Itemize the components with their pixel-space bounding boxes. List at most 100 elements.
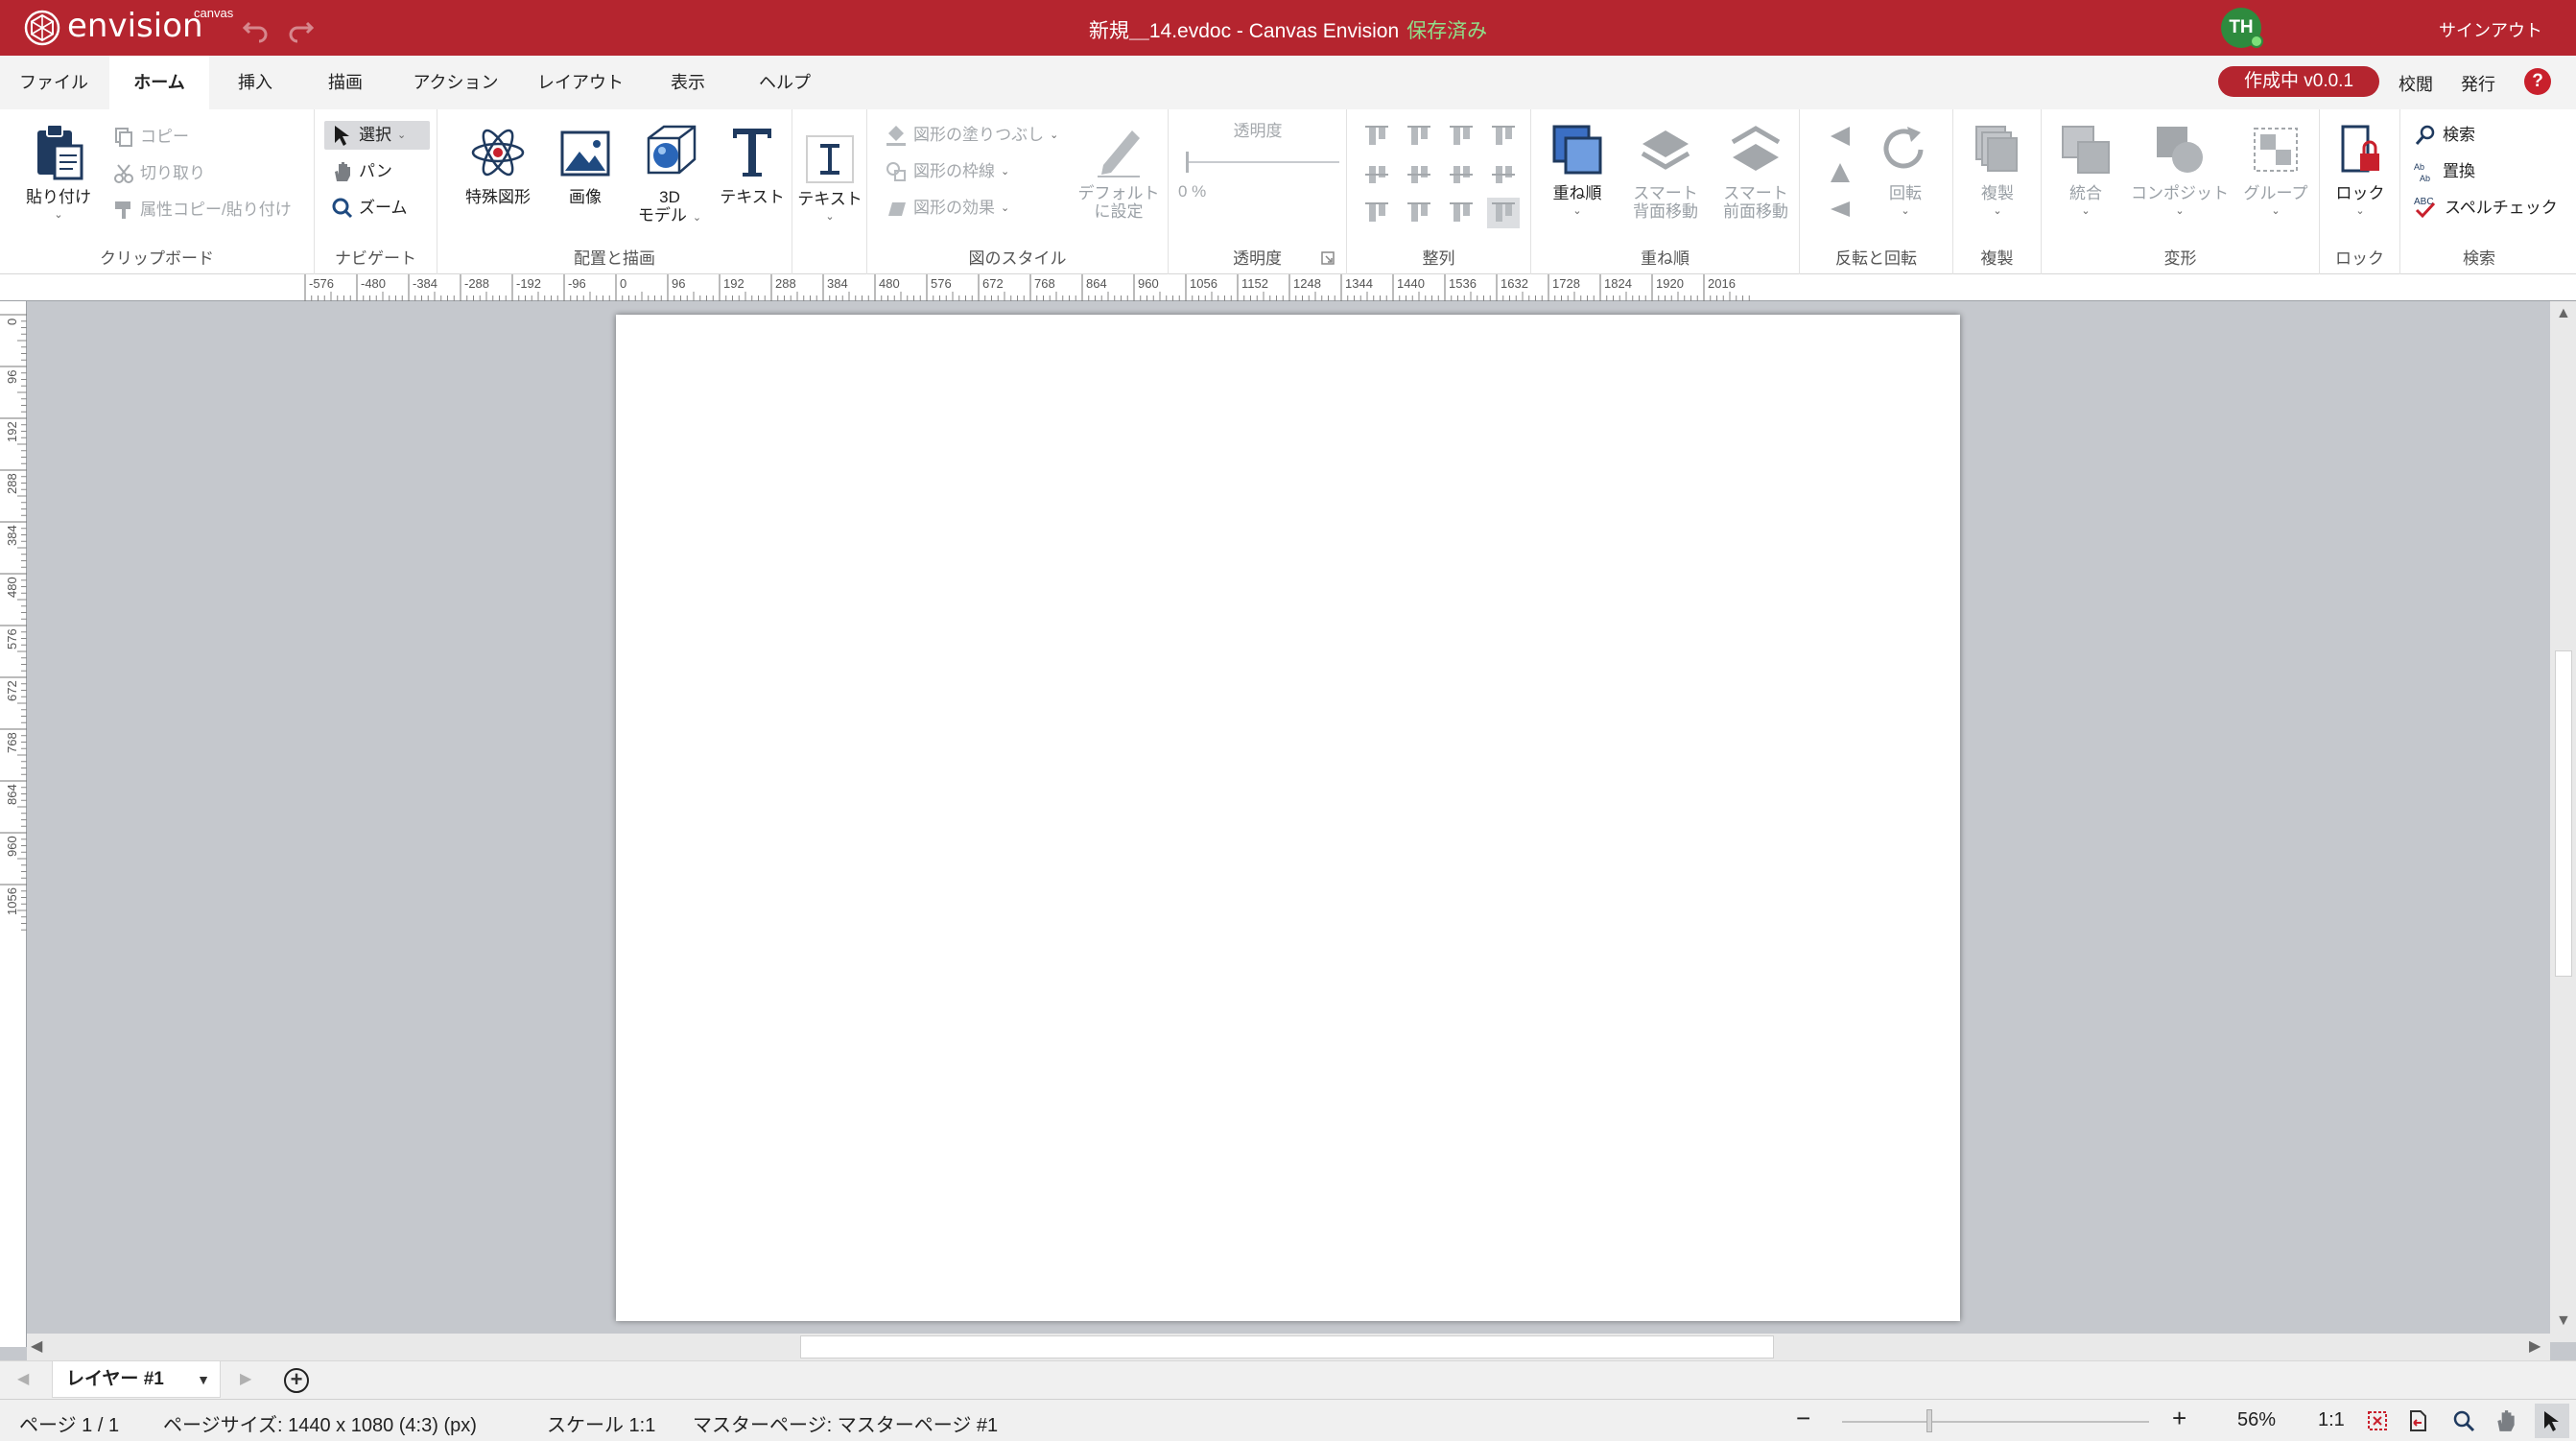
scroll-up-icon[interactable]: ▲ (2556, 305, 2571, 322)
format-painter-button[interactable]: 属性コピー/貼り付け (113, 196, 292, 224)
transparency-slider[interactable] (1186, 148, 1339, 177)
align-bottom-icon[interactable] (1403, 121, 1435, 152)
flip-vertical-icon[interactable] (1827, 159, 1854, 186)
rotate-button[interactable]: 回転 ⌄ (1867, 121, 1944, 221)
3d-model-button[interactable]: 3D モデル ⌄ (624, 121, 716, 227)
add-layer-icon[interactable]: + (284, 1368, 309, 1393)
signout-link[interactable]: サインアウト (2439, 17, 2542, 42)
group-label: 複製 (1980, 249, 2014, 268)
align-top-icon[interactable] (1360, 121, 1393, 152)
tab-action[interactable]: アクション (403, 56, 508, 109)
status-badge[interactable]: 作成中 v0.0.1 (2218, 66, 2379, 97)
text-t-icon (733, 129, 771, 177)
scroll-right-icon[interactable]: ▶ (2529, 1336, 2541, 1356)
ribbon: 貼り付け ⌄ コピー 切り取り 属性コピー/貼り付け クリップボード 選択 ⌄ パ… (0, 109, 2576, 274)
zoom-tool-button[interactable]: ズーム (332, 194, 408, 223)
zoom-tool-icon[interactable] (2452, 1409, 2475, 1432)
distribute-vertical-icon[interactable] (1445, 159, 1477, 190)
layer-tab[interactable]: レイヤー #1 ▼ (52, 1361, 221, 1398)
tab-file[interactable]: ファイル (0, 56, 107, 109)
smart-bring-front-button[interactable]: スマート 前面移動 (1710, 121, 1802, 221)
zoom-level[interactable]: 56% (2237, 1409, 2276, 1431)
shape-effects-button[interactable]: 図形の効果 ⌄ (885, 194, 1009, 223)
select-tool-button[interactable]: 選択 ⌄ (324, 121, 430, 150)
layer-prev-icon[interactable]: ◀ (17, 1369, 29, 1388)
duplicate-button[interactable]: 複製 ⌄ (1957, 121, 2038, 221)
user-avatar[interactable]: TH (2221, 8, 2263, 48)
ruler-label: 480 (879, 276, 900, 291)
image-button[interactable]: 画像 (551, 121, 620, 206)
shape-outline-button[interactable]: 図形の枠線 ⌄ (885, 157, 1009, 186)
dialog-launcher-icon[interactable] (1321, 251, 1335, 265)
group-place-draw: 特殊図形 画像 3D モデル ⌄ テキスト 配置と描画 (437, 109, 792, 274)
ruler-label: 1248 (1293, 276, 1321, 291)
align-right-icon[interactable] (1487, 121, 1520, 152)
layer-next-icon[interactable]: ▶ (240, 1369, 251, 1388)
horizontal-scroll-thumb[interactable] (800, 1335, 1774, 1358)
align-center-icon[interactable] (1403, 159, 1435, 190)
fit-page-icon[interactable] (2366, 1409, 2389, 1432)
zoom-in-button[interactable]: + (2172, 1404, 2186, 1433)
tab-review[interactable]: 校閲 (2399, 71, 2433, 96)
zoom-out-button[interactable]: − (1796, 1404, 1810, 1433)
pan-hand-icon[interactable] (2494, 1408, 2517, 1433)
help-button[interactable]: ? (2524, 68, 2551, 95)
copy-icon (115, 128, 132, 147)
document-page[interactable] (616, 315, 1960, 1321)
group-text: テキスト ⌄ (792, 109, 867, 274)
actual-size-button[interactable]: 1:1 (2318, 1409, 2345, 1431)
set-default-style-button[interactable]: デフォルト に設定 (1071, 121, 1167, 221)
pointer-icon (2544, 1411, 2559, 1431)
align-stack-icon[interactable] (1403, 198, 1435, 228)
ruler-label: 1056 (5, 887, 19, 915)
smart-send-back-button[interactable]: スマート 背面移動 (1619, 121, 1712, 221)
flip-both-icon[interactable] (1827, 196, 1854, 223)
align-columns-icon[interactable] (1445, 198, 1477, 228)
shape-fill-button[interactable]: 図形の塗りつぶし ⌄ (885, 121, 1058, 150)
slider-thumb[interactable] (1186, 152, 1189, 173)
replace-button[interactable]: Ab Ab 置換 (2414, 157, 2475, 186)
distribute-horizontal-icon[interactable] (1487, 159, 1520, 190)
tab-view[interactable]: 表示 (652, 56, 723, 109)
text-tool-button[interactable]: テキスト ⌄ (796, 132, 863, 226)
horizontal-ruler[interactable]: -576 -480 -384 -288 -192 -96 0 96 192 288 384 480 57… (0, 274, 2576, 301)
pointer-mode-button[interactable] (2535, 1404, 2569, 1438)
tab-publish[interactable]: 発行 (2461, 71, 2495, 96)
tab-insert[interactable]: 挿入 (211, 56, 299, 109)
combine-button[interactable]: 統合 ⌄ (2049, 121, 2122, 221)
pan-tool-button[interactable]: パン (332, 157, 392, 186)
tab-draw[interactable]: 描画 (301, 56, 390, 109)
duplicate-icon (1975, 126, 2018, 172)
group-button[interactable]: グループ ⌄ (2233, 121, 2318, 221)
ruler-label: 1536 (1449, 276, 1477, 291)
find-button[interactable]: 検索 (2414, 121, 2475, 150)
composite-button[interactable]: コンポジット ⌄ (2122, 121, 2237, 221)
order-button[interactable]: 重ね順 ⌄ (1537, 121, 1618, 221)
flip-horizontal-icon[interactable] (1827, 123, 1854, 150)
cut-button[interactable]: 切り取り (113, 159, 205, 188)
vertical-ruler[interactable]: 0 96 192 288 384 480 576 672 768 864 960 1056 (0, 301, 27, 1347)
align-middle-icon[interactable] (1360, 159, 1393, 190)
scroll-down-icon[interactable]: ▼ (2556, 1312, 2571, 1330)
paste-button[interactable]: 貼り付け ⌄ (13, 121, 104, 224)
ruler-label: 1824 (1604, 276, 1632, 291)
zoom-slider[interactable] (1842, 1421, 2149, 1423)
zoom-slider-thumb[interactable] (1926, 1409, 1932, 1432)
tab-home[interactable]: ホーム (109, 56, 209, 109)
tab-layout[interactable]: レイアウト (528, 56, 633, 109)
fit-width-icon[interactable] (2406, 1409, 2429, 1432)
tab-help[interactable]: ヘルプ (744, 56, 825, 109)
lock-button[interactable]: ロック ⌄ (2324, 121, 2397, 221)
text-button[interactable]: テキスト (706, 121, 798, 206)
chevron-down-icon: ⌄ (54, 209, 63, 221)
special-shapes-button[interactable]: 特殊図形 (445, 121, 551, 206)
vertical-scroll-thumb[interactable] (2555, 650, 2572, 977)
set-default-line1: デフォルト (1077, 184, 1160, 202)
layer-dropdown-icon[interactable]: ▼ (197, 1361, 210, 1398)
align-selection-icon[interactable] (1487, 198, 1520, 228)
align-left-icon[interactable] (1445, 121, 1477, 152)
align-cross-icon[interactable] (1360, 198, 1393, 228)
scroll-left-icon[interactable]: ◀ (31, 1336, 42, 1356)
spellcheck-button[interactable]: ABC スペルチェック (2414, 194, 2558, 223)
copy-button[interactable]: コピー (113, 123, 189, 152)
